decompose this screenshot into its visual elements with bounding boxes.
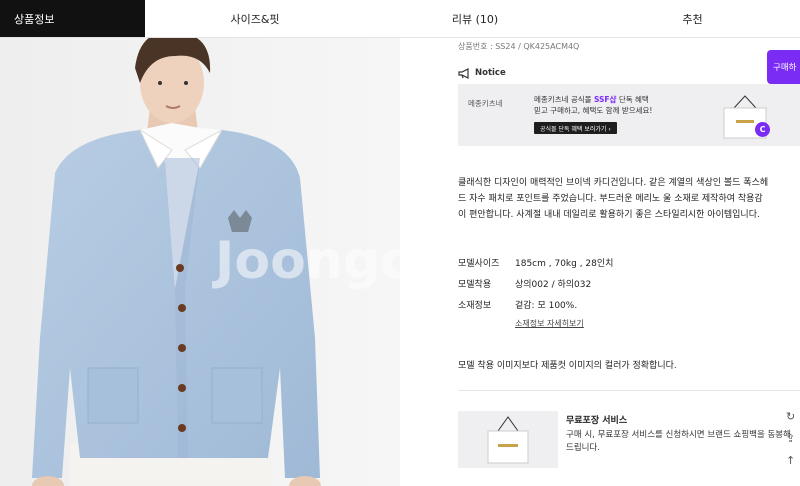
- product-photo: Joongonara: [0, 38, 400, 486]
- product-tabs: 상품정보 사이즈&핏 리뷰 (10) 추천: [0, 0, 800, 38]
- service-title: 무료포장 서비스: [566, 416, 628, 426]
- product-description: 클래식한 디자인이 매력적인 브이넥 카디건입니다. 같은 계열의 색상인 볼드…: [458, 178, 769, 220]
- shopping-bag-icon: [487, 416, 529, 464]
- gift-wrap-service: 무료포장 서비스 구매 시, 무료포장 서비스를 신청하시면 브랜드 쇼핑백을 …: [458, 411, 800, 469]
- tab-reviews[interactable]: 리뷰 (10): [365, 0, 585, 37]
- c-badge-icon: C: [755, 122, 770, 137]
- material-detail-link[interactable]: 소재정보 자세히보기: [515, 318, 584, 329]
- banner-line2: 믿고 구매하고, 혜택도 함께 받으세요!: [534, 106, 653, 115]
- tab-recommend[interactable]: 추천: [585, 0, 800, 37]
- divider: [458, 390, 800, 391]
- megaphone-icon: [458, 67, 469, 79]
- service-thumbnail: [458, 411, 558, 468]
- service-body: 구매 시, 무료포장 서비스를 신청하시면 브랜드 쇼핑백을 동봉해 드립니다.: [566, 430, 791, 453]
- product-code: 상품번호 : SS24 / QK425ACM4Q: [458, 42, 580, 51]
- tab-product-info[interactable]: 상품정보: [0, 0, 145, 37]
- product-info-panel: 상품번호 : SS24 / QK425ACM4Q 구매하 Notice 메종키츠…: [458, 38, 800, 486]
- banner-line1: 메종키츠네 공식몰 SSF샵 단독 혜택: [534, 95, 649, 104]
- banner-brand: 메종키츠네: [468, 99, 503, 108]
- tab-size-fit[interactable]: 사이즈&핏: [145, 0, 365, 37]
- promo-banner[interactable]: 메종키츠네 메종키츠네 공식몰 SSF샵 단독 혜택 믿고 구매하고, 혜택도 …: [458, 84, 800, 146]
- refresh-icon[interactable]: ↻: [786, 410, 800, 432]
- floating-side-icons: ↻ ⇪ ↑: [786, 410, 800, 476]
- share-icon[interactable]: ⇪: [786, 432, 800, 454]
- color-caption: 모델 착용 이미지보다 제품컷 이미지의 컬러가 정확합니다.: [458, 361, 677, 371]
- up-arrow-icon[interactable]: ↑: [786, 454, 800, 476]
- buy-button[interactable]: 구매하: [767, 50, 800, 84]
- banner-benefit-button[interactable]: 공식몰 단독 혜택 보러가기 ›: [534, 122, 617, 134]
- model-cardigan-illustration: Joongonara: [0, 38, 400, 486]
- notice-label: Notice: [475, 68, 506, 78]
- watermark: Joongonara: [212, 231, 400, 291]
- notice-heading: Notice: [458, 66, 506, 80]
